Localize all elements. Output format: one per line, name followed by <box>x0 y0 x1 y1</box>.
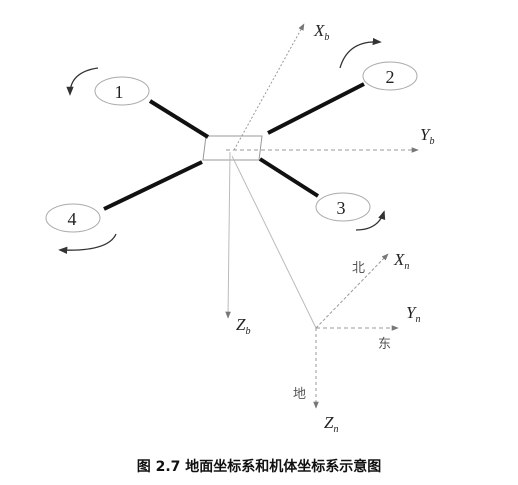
body-x-axis-label: Xb <box>313 21 329 43</box>
arm-4 <box>103 160 203 211</box>
svg-text:Zb: Zb <box>236 315 250 337</box>
ground-x-axis-main: X <box>393 250 405 269</box>
rotor-3-label: 3 <box>337 198 346 218</box>
down-label: 地 <box>293 387 306 402</box>
rotor-1-label: 1 <box>115 82 124 102</box>
body-x-axis-sub: b <box>324 32 329 43</box>
body-y-axis-label: Yb <box>420 125 434 147</box>
quadrotor-coordinate-diagram: 1 2 3 4 Xb Yb Zb 北 Xn Yn 东 地 Zn <box>45 21 434 435</box>
rotor-2-rotation-arrow <box>339 37 382 69</box>
body-z-axis-label: Zb <box>236 315 250 337</box>
rotor-4-label: 4 <box>68 209 77 229</box>
north-label: 北 <box>352 261 365 276</box>
ground-y-axis-sub: n <box>415 314 420 325</box>
rotor-4: 4 <box>45 203 117 254</box>
svg-text:Xn: Xn <box>393 250 409 272</box>
rotor-1: 1 <box>66 67 150 106</box>
body-y-axis-sub: b <box>429 136 434 147</box>
ground-y-axis-label: Yn 东 <box>378 303 420 352</box>
rotor-3-rotation-arrow <box>355 210 386 231</box>
svg-text:Yn: Yn <box>406 303 420 325</box>
rotor-2-label: 2 <box>386 67 395 87</box>
east-label: 东 <box>378 337 391 352</box>
ground-x-axis-label: 北 Xn <box>352 250 409 276</box>
ground-x-axis-sub: n <box>404 261 409 272</box>
body-z-axis-sub: b <box>245 326 250 337</box>
origin-link-line <box>231 155 317 329</box>
svg-text:Yb: Yb <box>420 125 434 147</box>
svg-text:Zn: Zn <box>324 413 338 435</box>
body-z-axis-line <box>225 151 231 319</box>
rotor-1-rotation-arrow <box>66 67 99 96</box>
arm-2 <box>267 82 365 135</box>
figure-caption: 图 2.7 地面坐标系和机体坐标系示意图 <box>136 459 382 475</box>
rotor-3: 3 <box>315 192 386 231</box>
ground-z-axis-sub: n <box>333 424 338 435</box>
svg-text:Xb: Xb <box>313 21 329 43</box>
arm-1 <box>148 99 210 139</box>
rotor-2: 2 <box>339 37 418 91</box>
rotor-4-rotation-arrow <box>58 233 117 254</box>
body-x-axis-main: X <box>313 21 325 40</box>
arm-3 <box>258 157 320 198</box>
